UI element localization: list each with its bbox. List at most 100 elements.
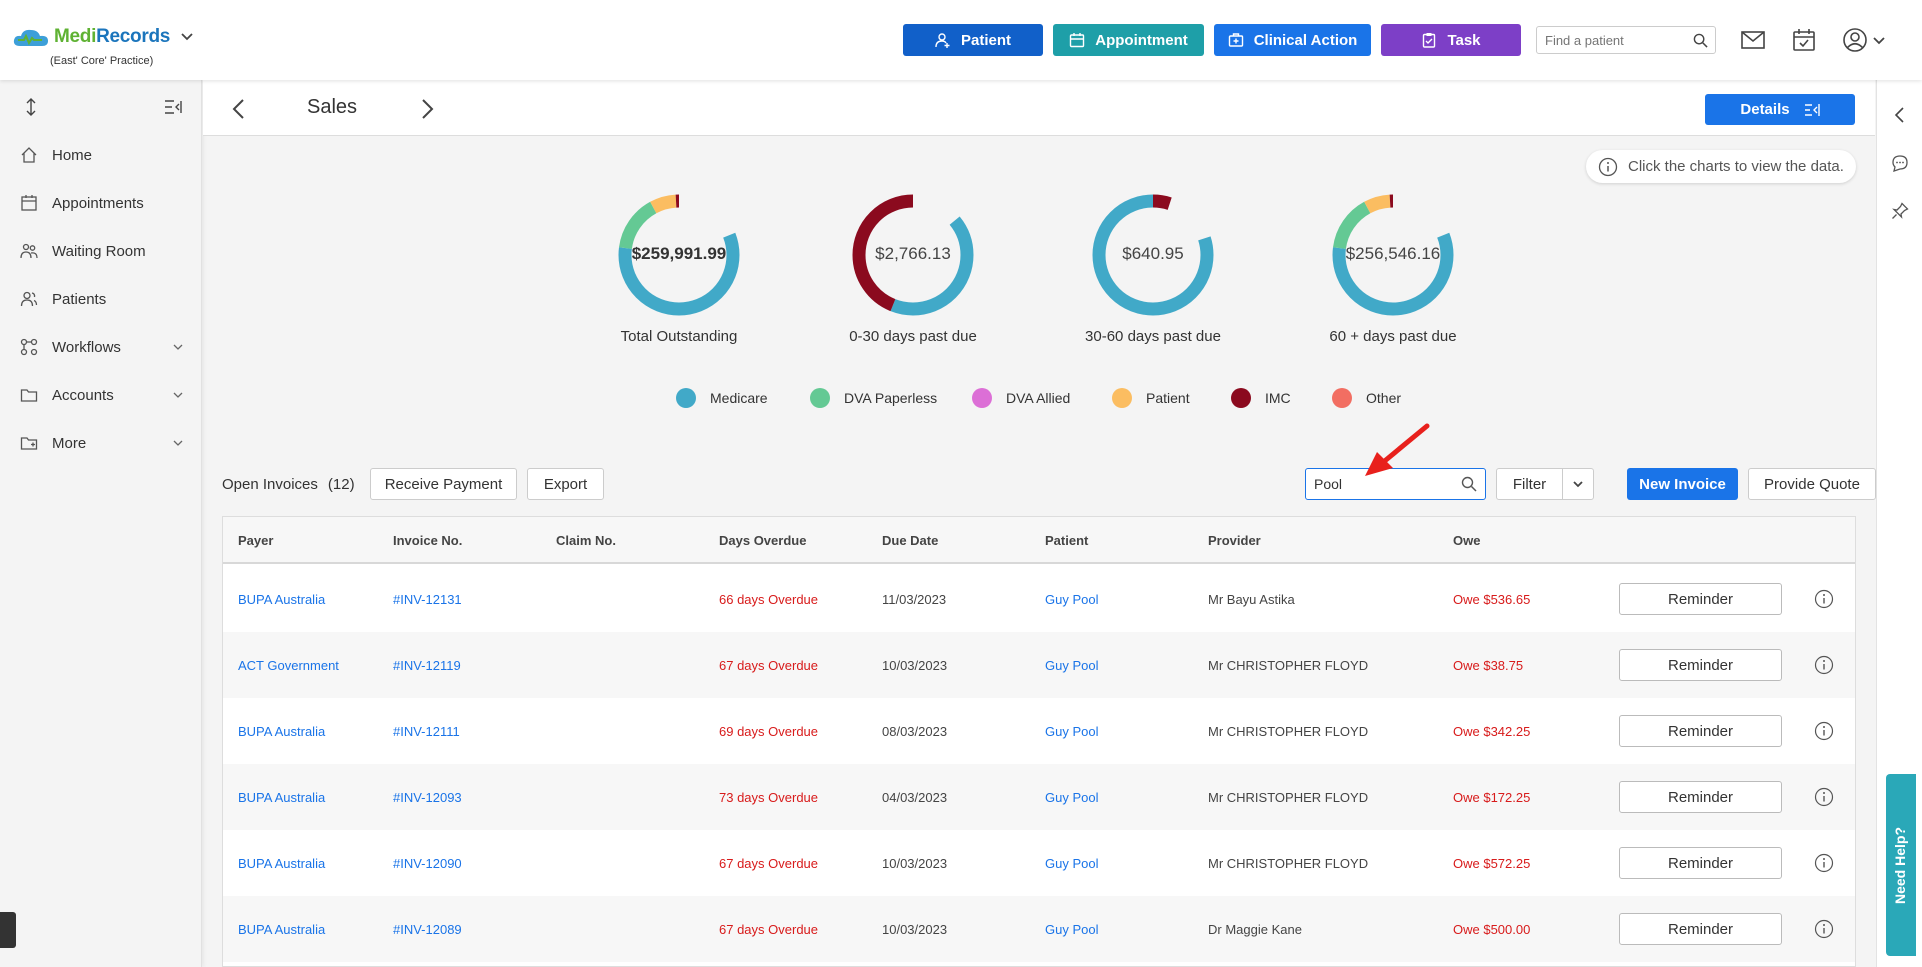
column-header[interactable]: Payer (238, 533, 273, 548)
chevron-down-icon (173, 344, 183, 350)
sidebar-item-appointments[interactable]: Appointments (20, 188, 188, 218)
reminder-button[interactable]: Reminder (1619, 913, 1782, 945)
reminder-button[interactable]: Reminder (1619, 715, 1782, 747)
due-date: 08/03/2023 (882, 724, 948, 739)
column-header[interactable]: Invoice No. (393, 533, 462, 548)
column-header[interactable]: Claim No. (556, 533, 616, 548)
payer-link[interactable]: BUPA Australia (238, 856, 325, 871)
patient-link[interactable]: Guy Pool (1045, 922, 1098, 937)
side-drawer-tab[interactable] (0, 912, 16, 948)
sidebar-item-home[interactable]: Home (20, 140, 188, 170)
receive-payment-button[interactable]: Receive Payment (370, 468, 517, 500)
new-invoice-button[interactable]: New Invoice (1627, 468, 1738, 500)
chevron-down-icon[interactable] (180, 30, 194, 44)
collapse-sidebar-icon[interactable] (164, 98, 182, 116)
reminder-button[interactable]: Reminder (1619, 781, 1782, 813)
details-button[interactable]: Details (1705, 94, 1855, 125)
sidebar: Home Appointments Waiting Room Patients … (0, 80, 202, 967)
provide-quote-button[interactable]: Provide Quote (1748, 468, 1876, 500)
payer-link[interactable]: BUPA Australia (238, 724, 325, 739)
column-header[interactable]: Owe (1453, 533, 1480, 548)
export-button[interactable]: Export (527, 468, 604, 500)
invoice-link[interactable]: #INV-12119 (393, 658, 461, 673)
reminder-button[interactable]: Reminder (1619, 649, 1782, 681)
donut-0-30-days[interactable]: $2,766.13 0-30 days past due (813, 190, 1013, 350)
payer-link[interactable]: BUPA Australia (238, 922, 325, 937)
pin-icon[interactable] (1891, 202, 1909, 220)
sidebar-item-workflows[interactable]: Workflows (20, 332, 188, 362)
invoice-link[interactable]: #INV-12089 (393, 922, 462, 937)
reminder-button[interactable]: Reminder (1619, 847, 1782, 879)
info-icon[interactable] (1814, 853, 1834, 873)
legend-imc: IMC (1231, 386, 1291, 410)
clipboard-icon (1423, 33, 1436, 48)
calendar-check-icon[interactable] (1791, 27, 1817, 53)
sidebar-item-waiting-room[interactable]: Waiting Room (20, 236, 188, 266)
invoice-link[interactable]: #INV-12131 (393, 592, 462, 607)
sidebar-item-accounts[interactable]: Accounts (20, 380, 188, 410)
legend-label: Other (1366, 390, 1402, 406)
sidebar-item-patients[interactable]: Patients (20, 284, 188, 314)
new-appointment-button[interactable]: Appointment (1053, 24, 1204, 56)
search-icon[interactable] (1693, 33, 1708, 48)
legend-label: Medicare (710, 390, 768, 406)
app-logo[interactable]: MediRecords (12, 26, 194, 48)
donut-30-60-days[interactable]: $640.95 30-60 days past due (1053, 190, 1253, 350)
info-icon[interactable] (1814, 919, 1834, 939)
legend-dot (1112, 388, 1132, 408)
user-account-icon[interactable] (1842, 27, 1868, 53)
new-task-button[interactable]: Task (1381, 24, 1521, 56)
payer-link[interactable]: BUPA Australia (238, 790, 325, 805)
invoice-link[interactable]: #INV-12111 (393, 724, 460, 739)
chat-icon[interactable] (1891, 154, 1909, 172)
new-patient-button[interactable]: Patient (903, 24, 1043, 56)
info-icon[interactable] (1814, 721, 1834, 741)
invoice-link[interactable]: #INV-12090 (393, 856, 462, 871)
patient-link[interactable]: Guy Pool (1045, 658, 1098, 673)
need-help-tab[interactable]: Need Help? (1886, 774, 1916, 956)
column-header[interactable]: Provider (1208, 533, 1261, 548)
info-icon[interactable] (1814, 655, 1834, 675)
donut-title: 0-30 days past due (849, 328, 977, 345)
resize-vertical-icon[interactable] (22, 98, 40, 116)
chevron-down-icon[interactable] (1872, 27, 1886, 53)
days-overdue: 67 days Overdue (719, 856, 819, 871)
add-user-icon (935, 33, 950, 48)
clinical-action-button[interactable]: Clinical Action (1214, 24, 1371, 56)
donut-60-plus-days[interactable]: $256,546.16 60 + days past due (1293, 190, 1493, 350)
more-icon (20, 437, 38, 450)
days-overdue: 73 days Overdue (719, 790, 819, 805)
next-arrow-icon[interactable] (416, 98, 438, 120)
chevron-left-icon[interactable] (1891, 106, 1909, 124)
mail-icon[interactable] (1740, 27, 1766, 53)
table-row: ACT Government #INV-12119 67 days Overdu… (223, 632, 1855, 698)
patient-link[interactable]: Guy Pool (1045, 592, 1098, 607)
column-header[interactable]: Due Date (882, 533, 938, 548)
provider-name: Dr Maggie Kane (1208, 922, 1302, 937)
owe-amount: Owe $572.25 (1453, 856, 1531, 871)
column-header[interactable]: Days Overdue (719, 533, 806, 548)
table-row: BUPA Australia #INV-12089 67 days Overdu… (223, 896, 1855, 962)
invoice-link[interactable]: #INV-12093 (393, 790, 462, 805)
legend-dot (810, 388, 830, 408)
patient-link[interactable]: Guy Pool (1045, 790, 1098, 805)
column-header[interactable]: Patient (1045, 533, 1088, 548)
donut-total-outstanding[interactable]: $259,991.99 Total Outstanding (579, 190, 779, 350)
find-patient-input[interactable] (1537, 27, 1687, 53)
sidebar-item-more[interactable]: More (20, 428, 188, 458)
payer-link[interactable]: ACT Government (238, 658, 339, 673)
info-icon[interactable] (1814, 787, 1834, 807)
previous-arrow-icon[interactable] (228, 98, 250, 120)
payer-link[interactable]: BUPA Australia (238, 592, 325, 607)
reminder-button[interactable]: Reminder (1619, 583, 1782, 615)
filter-button[interactable]: Filter (1496, 468, 1563, 500)
filter-dropdown-button[interactable] (1562, 468, 1594, 500)
search-icon[interactable] (1461, 476, 1477, 492)
task-label: Task (1447, 31, 1481, 49)
need-help-label: Need Help? (1892, 826, 1908, 904)
days-overdue: 67 days Overdue (719, 658, 819, 673)
patient-link[interactable]: Guy Pool (1045, 856, 1098, 871)
info-icon[interactable] (1814, 589, 1834, 609)
due-date: 10/03/2023 (882, 658, 948, 673)
patient-link[interactable]: Guy Pool (1045, 724, 1098, 739)
